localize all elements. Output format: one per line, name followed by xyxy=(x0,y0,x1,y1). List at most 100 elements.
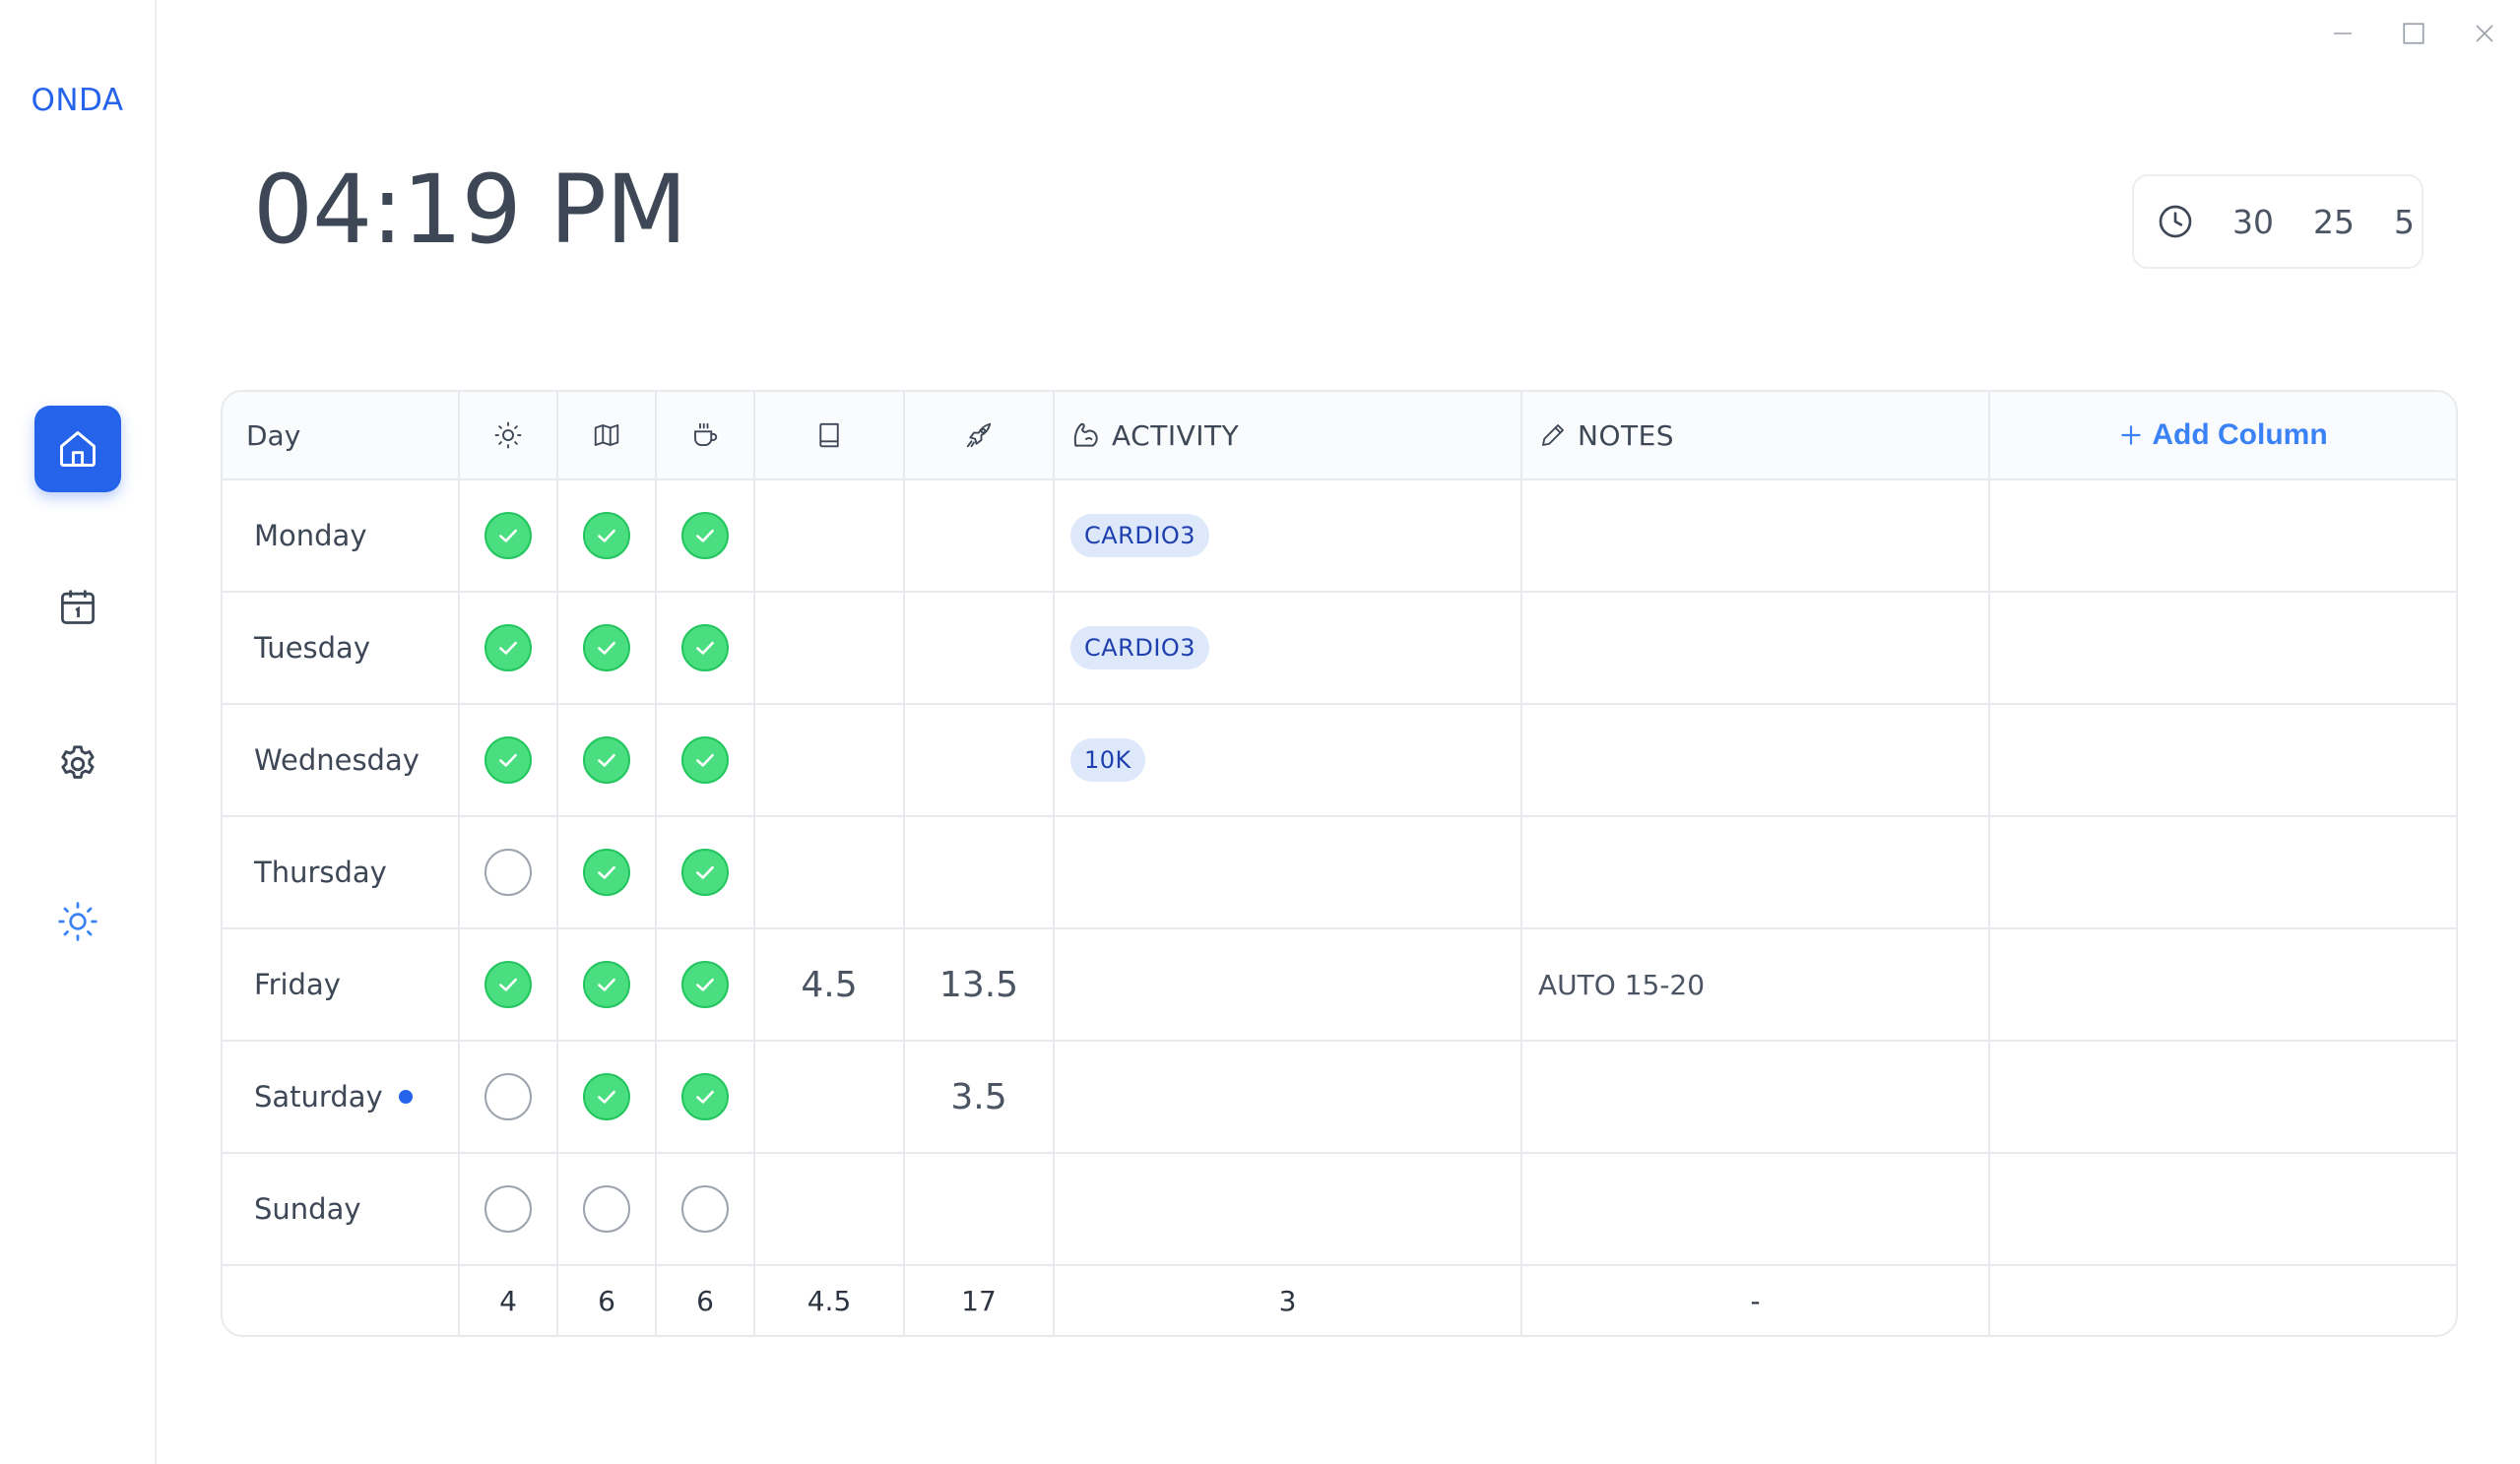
home-icon xyxy=(59,431,96,467)
day-name: Friday xyxy=(254,968,341,1001)
note-text: AUTO 15-20 xyxy=(1538,968,1706,1001)
settings-button[interactable] xyxy=(34,721,121,807)
habit-checkbox-checked[interactable] xyxy=(485,512,532,559)
empty-cell xyxy=(1990,1154,2456,1264)
book-cell[interactable] xyxy=(755,593,905,703)
habit-checkbox-checked[interactable] xyxy=(583,512,630,559)
coffee-check-cell xyxy=(657,593,755,703)
sidebar: ONDA xyxy=(0,0,157,1464)
home-button[interactable] xyxy=(33,406,121,492)
rocket-cell[interactable] xyxy=(905,1154,1055,1264)
book-cell[interactable] xyxy=(755,705,905,815)
today-indicator xyxy=(398,1090,413,1104)
habit-checkbox-checked[interactable] xyxy=(583,736,630,784)
book-cell[interactable] xyxy=(755,1154,905,1264)
header-coffee-column[interactable] xyxy=(657,392,755,478)
notes-cell[interactable] xyxy=(1522,1154,1990,1264)
notes-cell[interactable] xyxy=(1522,593,1990,703)
habit-checkbox-checked[interactable] xyxy=(583,1073,630,1120)
book-value: 4.5 xyxy=(801,964,858,1005)
close-button[interactable] xyxy=(2449,14,2520,53)
header-sun-column[interactable] xyxy=(460,392,558,478)
activity-cell[interactable]: CARDIO3 xyxy=(1055,593,1522,703)
book-cell[interactable] xyxy=(755,1042,905,1152)
day-name: Wednesday xyxy=(254,743,420,777)
header-rocket-column[interactable] xyxy=(905,392,1055,478)
habit-checkbox-unchecked[interactable] xyxy=(681,1185,729,1233)
activity-tag[interactable]: 10K xyxy=(1070,738,1145,782)
pomodoro-timer[interactable]: 30 25 5 xyxy=(2132,174,2423,269)
rocket-cell[interactable]: 3.5 xyxy=(905,1042,1055,1152)
habit-checkbox-unchecked[interactable] xyxy=(485,1185,532,1233)
activity-cell[interactable] xyxy=(1055,817,1522,927)
notes-cell[interactable] xyxy=(1522,1042,1990,1152)
activity-cell[interactable] xyxy=(1055,929,1522,1040)
calendar-button[interactable] xyxy=(34,563,121,650)
sun-check-cell xyxy=(460,929,558,1040)
book-cell[interactable] xyxy=(755,480,905,591)
notes-cell[interactable] xyxy=(1522,480,1990,591)
header-map-column[interactable] xyxy=(558,392,657,478)
day-cell: Wednesday xyxy=(223,705,460,815)
habit-checkbox-unchecked[interactable] xyxy=(583,1185,630,1233)
add-column-button[interactable]: Add Column xyxy=(1990,392,2456,478)
arm-muscle-icon xyxy=(1073,422,1098,447)
notes-cell[interactable]: AUTO 15-20 xyxy=(1522,929,1990,1040)
habit-checkbox-checked[interactable] xyxy=(681,512,729,559)
timer-focus-minutes[interactable]: 30 xyxy=(2232,203,2274,241)
book-cell[interactable] xyxy=(755,817,905,927)
habit-checkbox-unchecked[interactable] xyxy=(485,849,532,896)
add-column-label: Add Column xyxy=(2152,418,2328,451)
sun-check-cell xyxy=(460,1042,558,1152)
habit-checkbox-checked[interactable] xyxy=(485,961,532,1008)
habit-checkbox-checked[interactable] xyxy=(681,624,729,671)
activity-cell[interactable] xyxy=(1055,1042,1522,1152)
habit-checkbox-checked[interactable] xyxy=(681,1073,729,1120)
activity-cell[interactable]: CARDIO3 xyxy=(1055,480,1522,591)
book-cell[interactable]: 4.5 xyxy=(755,929,905,1040)
header-notes-column[interactable]: NOTES xyxy=(1522,392,1990,478)
activity-cell[interactable] xyxy=(1055,1154,1522,1264)
theme-toggle-button[interactable] xyxy=(34,878,121,965)
habit-checkbox-checked[interactable] xyxy=(485,624,532,671)
checkmark-icon xyxy=(696,753,714,767)
habit-checkbox-checked[interactable] xyxy=(583,961,630,1008)
footer-notes-summary: - xyxy=(1750,1284,1761,1317)
rocket-cell[interactable] xyxy=(905,817,1055,927)
table-row: Tuesday CARDIO3 xyxy=(223,593,2456,705)
maximize-button[interactable] xyxy=(2378,14,2449,53)
timer-break-minutes[interactable]: 25 xyxy=(2313,203,2355,241)
notes-cell[interactable] xyxy=(1522,705,1990,815)
rocket-cell[interactable] xyxy=(905,593,1055,703)
activity-tag[interactable]: CARDIO3 xyxy=(1070,514,1210,557)
notes-cell[interactable] xyxy=(1522,817,1990,927)
timer-short-break-minutes[interactable]: 5 xyxy=(2394,203,2415,241)
rocket-cell[interactable]: 13.5 xyxy=(905,929,1055,1040)
minimize-button[interactable] xyxy=(2307,14,2378,53)
habit-checkbox-unchecked[interactable] xyxy=(485,1073,532,1120)
day-cell: Friday xyxy=(223,929,460,1040)
sun-check-cell xyxy=(460,705,558,815)
empty-cell xyxy=(1990,1042,2456,1152)
habit-checkbox-checked[interactable] xyxy=(681,736,729,784)
habit-checkbox-checked[interactable] xyxy=(681,849,729,896)
habit-checkbox-checked[interactable] xyxy=(485,736,532,784)
clock-icon xyxy=(2159,205,2192,238)
footer-rocket-total: 17 xyxy=(961,1284,997,1317)
habit-checkbox-checked[interactable] xyxy=(583,624,630,671)
activity-tag[interactable]: CARDIO3 xyxy=(1070,626,1210,669)
day-name: Saturday xyxy=(254,1080,383,1114)
coffee-check-cell xyxy=(657,1042,755,1152)
header-activity-column[interactable]: ACTIVITY xyxy=(1055,392,1522,478)
checkmark-icon xyxy=(598,641,615,655)
habit-checkbox-checked[interactable] xyxy=(681,961,729,1008)
footer-sun-total: 4 xyxy=(499,1284,517,1317)
rocket-cell[interactable] xyxy=(905,705,1055,815)
header-book-column[interactable] xyxy=(755,392,905,478)
day-cell: Thursday xyxy=(223,817,460,927)
activity-cell[interactable]: 10K xyxy=(1055,705,1522,815)
maximize-icon xyxy=(2403,23,2424,44)
habit-checkbox-checked[interactable] xyxy=(583,849,630,896)
rocket-cell[interactable] xyxy=(905,480,1055,591)
pencil-icon xyxy=(1542,424,1564,446)
